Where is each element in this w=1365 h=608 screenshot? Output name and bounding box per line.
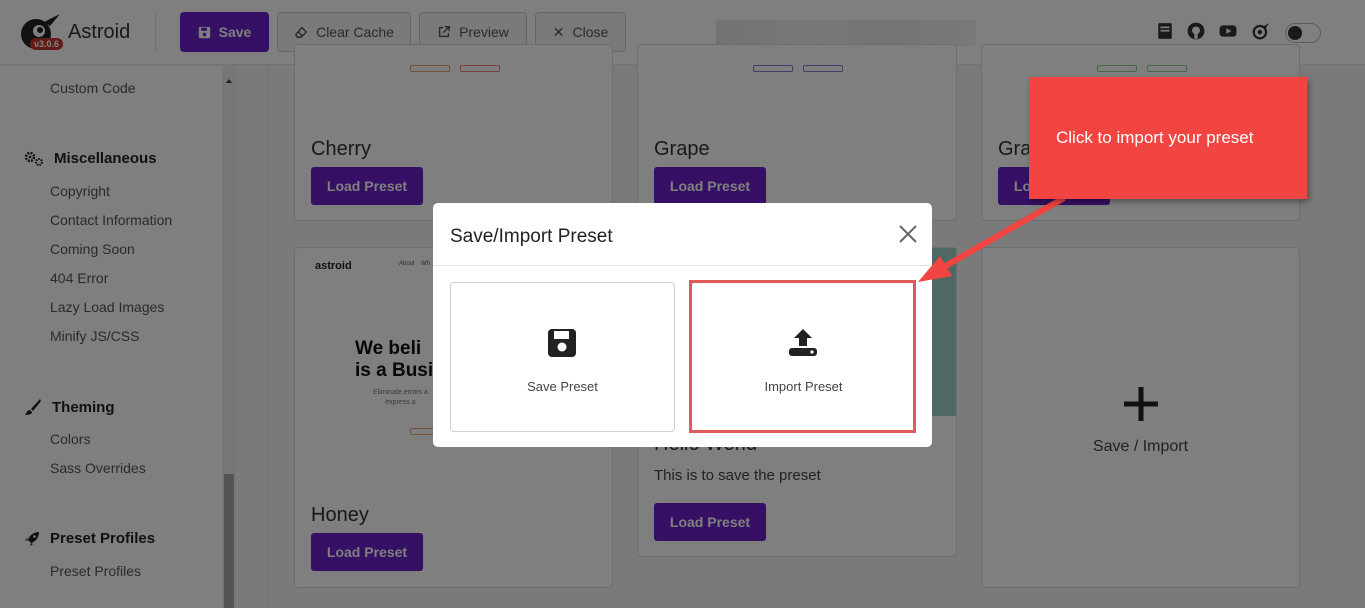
floppy-disk-icon (548, 329, 576, 357)
modal-divider (433, 265, 932, 266)
close-icon[interactable] (897, 223, 919, 245)
highlight-box (689, 280, 916, 433)
annotation-callout: Click to import your preset (1029, 77, 1307, 199)
save-preset-option[interactable]: Save Preset (450, 282, 675, 432)
modal-title: Save/Import Preset (450, 226, 613, 247)
